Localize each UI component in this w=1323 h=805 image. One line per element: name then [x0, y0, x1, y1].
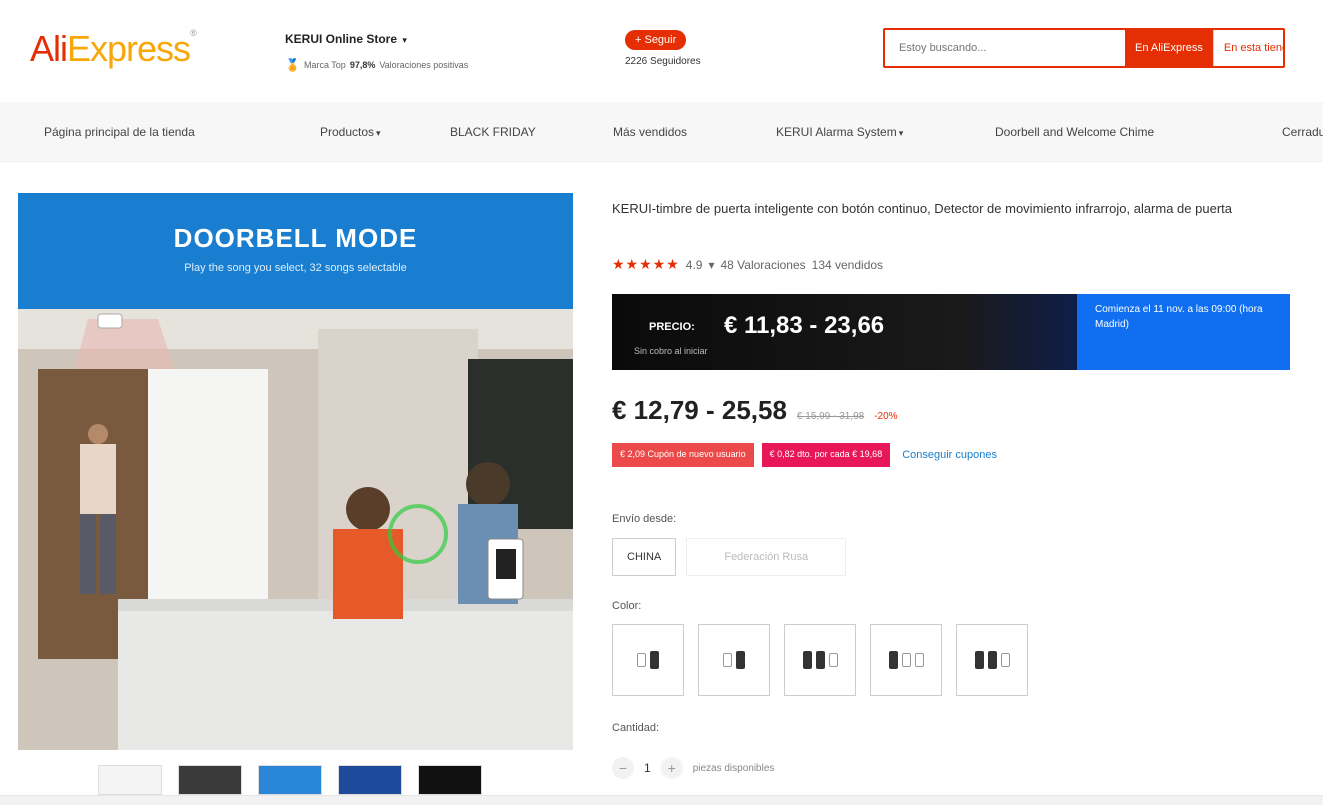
search-aliexpress-button[interactable]: En AliExpress: [1125, 30, 1213, 66]
discount-badge: -20%: [874, 411, 898, 422]
logo-registered: ®: [190, 28, 197, 38]
thumbnail[interactable]: [98, 765, 162, 795]
rating-value: 4.9: [685, 257, 703, 272]
image-banner: DOORBELL MODE Play the song you select, …: [18, 193, 573, 309]
store-info: KERUI Online Store ▾ 🏅 Marca Top 97,8% V…: [285, 32, 468, 72]
follow-block: + Seguir 2226 Seguidores: [625, 30, 701, 67]
original-price: € 15,99 - 31,98: [796, 411, 865, 422]
store-rating-value: 97,8%: [349, 60, 376, 70]
color-swatch[interactable]: [784, 624, 856, 696]
color-swatch[interactable]: [870, 624, 942, 696]
nav-item-home[interactable]: Página principal de la tienda: [44, 125, 195, 139]
color-swatch[interactable]: [698, 624, 770, 696]
chevron-down-icon[interactable]: ▾: [402, 35, 407, 45]
ship-option-russia[interactable]: Federación Rusa: [686, 538, 847, 576]
ship-from-label: Envío desde:: [612, 513, 677, 525]
store-name[interactable]: KERUI Online Store ▾: [285, 32, 468, 46]
coupons-row: € 2,09 Cupón de nuevo usuario € 0,82 dto…: [612, 443, 997, 467]
store-nav: Página principal de la tienda Productos ▾…: [0, 102, 1323, 162]
thumbnail[interactable]: [178, 765, 242, 795]
logo-text-express: Express: [67, 28, 191, 69]
promo-left: PRECIO: € 11,83 - 23,66 Sin cobro al ini…: [612, 294, 1077, 370]
current-price: € 12,79 - 25,58: [612, 395, 787, 425]
sold-count: 134 vendidos: [811, 257, 884, 272]
follow-button[interactable]: + Seguir: [625, 30, 687, 50]
minus-button[interactable]: −: [612, 757, 634, 779]
nav-item-lock[interactable]: Cerradura: [1282, 125, 1323, 139]
quantity-value[interactable]: 1: [644, 761, 651, 775]
medal-icon: 🏅: [285, 58, 300, 72]
promo-label: PRECIO:: [649, 321, 695, 333]
ship-from-options: CHINA Federación Rusa: [612, 538, 847, 576]
plus-button[interactable]: +: [660, 757, 683, 779]
nav-item-products[interactable]: Productos ▾: [320, 125, 381, 139]
star-rating-icon: ★★★★★: [612, 256, 680, 272]
doorbell-scene-illustration: [18, 309, 573, 750]
promo-price: € 11,83 - 23,66: [724, 312, 885, 339]
color-label: Color:: [612, 600, 642, 612]
nav-item-alarm-system[interactable]: KERUI Alarma System ▾: [776, 125, 903, 139]
ship-option-china[interactable]: CHINA: [612, 538, 677, 576]
quantity-label: Cantidad:: [612, 722, 660, 734]
nav-item-black-friday[interactable]: BLACK FRIDAY: [450, 125, 536, 139]
promo-note: Sin cobro al iniciar: [634, 346, 708, 356]
coupon-store[interactable]: € 0,82 dto. por cada € 19,68: [761, 443, 891, 467]
thumbnail-strip: [98, 765, 482, 795]
search-store-button[interactable]: En esta tienda: [1212, 30, 1283, 66]
rating-row: ★★★★★ 4.9 ▾ 48 Valoraciones 134 vendidos: [612, 256, 883, 273]
color-swatch[interactable]: [956, 624, 1028, 696]
thumbnail[interactable]: [418, 765, 482, 795]
store-badge: Marca Top: [303, 60, 346, 70]
color-options: [612, 624, 1028, 696]
promo-start-info: Comienza el 11 nov. a las 09:00 (hora Ma…: [1077, 294, 1290, 370]
available-pieces: piezas disponibles: [692, 762, 775, 774]
header: AliExpress® KERUI Online Store ▾ 🏅 Marca…: [0, 0, 1323, 100]
thumbnail[interactable]: [258, 765, 322, 795]
nav-item-best-sellers[interactable]: Más vendidos: [613, 125, 687, 139]
product-main-image[interactable]: DOORBELL MODE Play the song you select, …: [18, 193, 573, 750]
product-title: KERUI-timbre de puerta inteligente con b…: [612, 201, 1232, 216]
thumbnail[interactable]: [338, 765, 402, 795]
price-row: € 12,79 - 25,58 € 15,99 - 31,98 -20%: [612, 395, 898, 426]
bottom-divider: [0, 795, 1323, 805]
promo-price-bar: PRECIO: € 11,83 - 23,66 Sin cobro al ini…: [612, 294, 1290, 370]
search-input[interactable]: [885, 30, 1125, 66]
nav-item-doorbell[interactable]: Doorbell and Welcome Chime: [995, 125, 1154, 139]
logo-text-ali: Ali: [30, 28, 68, 69]
aliexpress-logo[interactable]: AliExpress®: [30, 28, 197, 70]
chevron-down-icon: ▾: [376, 128, 381, 138]
banner-subtitle: Play the song you select, 32 songs selec…: [184, 262, 407, 274]
coupon-new-user[interactable]: € 2,09 Cupón de nuevo usuario: [612, 443, 754, 467]
store-rating-label: Valoraciones positivas: [379, 60, 469, 70]
followers-count: 2226 Seguidores: [625, 56, 701, 67]
search-bar: En AliExpress En esta tienda: [883, 28, 1285, 68]
reviews-count[interactable]: 48 Valoraciones: [720, 258, 805, 272]
get-coupons-link[interactable]: Conseguir cupones: [902, 449, 997, 461]
chevron-down-icon[interactable]: ▾: [708, 258, 714, 272]
store-rating: 🏅 Marca Top 97,8% Valoraciones positivas: [285, 58, 468, 72]
banner-title: DOORBELL MODE: [173, 223, 418, 253]
chevron-down-icon: ▾: [898, 128, 904, 138]
quantity-stepper: − 1 + piezas disponibles: [612, 757, 774, 779]
color-swatch[interactable]: [612, 624, 684, 696]
